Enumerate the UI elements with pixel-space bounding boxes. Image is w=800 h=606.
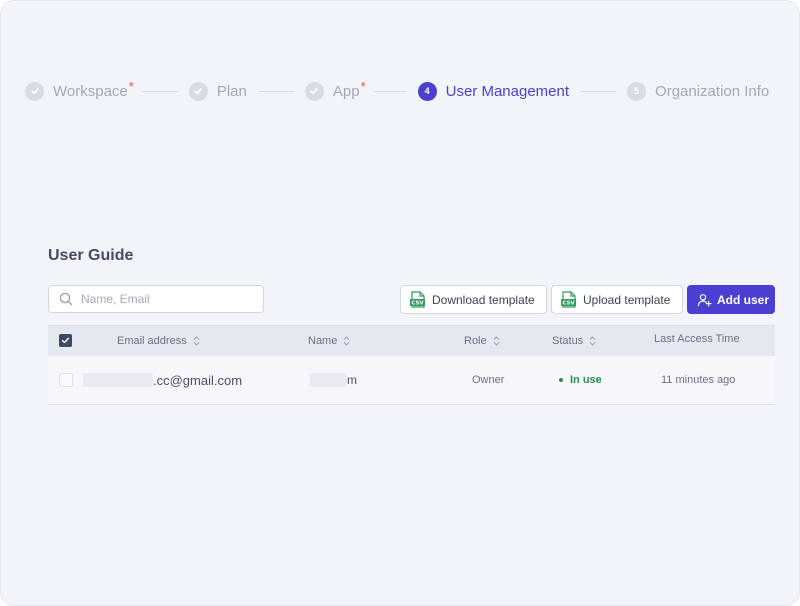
- sort-icon: [589, 336, 596, 346]
- role-cell: Owner: [472, 374, 505, 386]
- column-label: Role: [464, 335, 487, 347]
- email-cell: .cc@gmail.com: [83, 356, 242, 404]
- setup-stepper: Workspace* Plan App* 4 User Management 5…: [25, 78, 770, 102]
- step-connector: [141, 90, 178, 92]
- search-icon: [59, 292, 73, 306]
- csv-file-icon: CSV: [561, 291, 576, 308]
- step-connector: [258, 90, 295, 92]
- step-user-management[interactable]: 4 User Management: [417, 81, 570, 101]
- checkbox-unchecked-icon: [59, 373, 73, 387]
- column-header-email[interactable]: Email address: [117, 326, 200, 356]
- add-user-button[interactable]: Add user: [687, 285, 775, 314]
- column-label: Last Access Time: [654, 333, 740, 345]
- column-header-role[interactable]: Role: [464, 326, 500, 356]
- step-number-badge: 4: [417, 81, 437, 101]
- download-template-label: Download template: [432, 292, 535, 307]
- status-dot-icon: [559, 378, 563, 382]
- step-workspace[interactable]: Workspace*: [25, 78, 134, 101]
- name-text: m: [347, 373, 357, 387]
- step-connector: [580, 90, 617, 92]
- add-user-label: Add user: [717, 292, 770, 307]
- check-icon: [25, 81, 44, 101]
- row-checkbox[interactable]: [59, 373, 73, 387]
- table-header: Email address Name Role Status Last Acce…: [48, 325, 775, 356]
- step-connector: [373, 90, 407, 92]
- column-label: Status: [552, 335, 584, 347]
- add-user-icon: [697, 293, 712, 306]
- status-badge: In use: [570, 374, 602, 386]
- user-table: Email address Name Role Status Last Acce…: [48, 325, 775, 405]
- search-input[interactable]: [79, 291, 243, 307]
- required-marker: *: [360, 78, 366, 94]
- step-organization-info[interactable]: 5 Organization Info: [627, 81, 770, 101]
- select-all-checkbox[interactable]: [59, 334, 72, 347]
- name-cell: m: [310, 356, 357, 404]
- step-plan[interactable]: Plan: [188, 81, 247, 101]
- redacted-text: [83, 373, 153, 387]
- checkbox-checked-icon: [59, 334, 72, 347]
- step-label: User Management: [445, 82, 570, 100]
- redacted-text: [310, 373, 347, 387]
- column-header-name[interactable]: Name: [308, 326, 350, 356]
- check-icon: [188, 81, 208, 101]
- download-template-button[interactable]: CSV Download template: [400, 285, 547, 314]
- step-label: Plan: [216, 82, 247, 100]
- column-label: Email address: [117, 335, 187, 347]
- csv-file-icon: CSV: [410, 291, 425, 308]
- column-header-status[interactable]: Status: [552, 326, 596, 356]
- upload-template-label: Upload template: [583, 292, 671, 307]
- search-box[interactable]: [48, 285, 264, 313]
- status-cell: In use: [559, 356, 602, 404]
- column-header-last-access[interactable]: Last Access Time: [654, 326, 740, 352]
- upload-template-button[interactable]: CSV Upload template: [551, 285, 683, 314]
- svg-text:CSV: CSV: [562, 301, 575, 307]
- svg-text:CSV: CSV: [411, 301, 424, 307]
- step-app[interactable]: App*: [304, 78, 366, 101]
- sort-icon: [493, 336, 499, 346]
- sort-icon: [343, 336, 350, 346]
- step-number-badge: 5: [627, 81, 647, 101]
- section-title: User Guide: [48, 247, 134, 264]
- last-access-cell: 11 minutes ago: [661, 374, 736, 386]
- step-label: Organization Info: [655, 82, 770, 100]
- onboarding-panel: Workspace* Plan App* 4 User Management 5…: [0, 0, 800, 606]
- step-label: Workspace*: [53, 78, 134, 100]
- table-row[interactable]: .cc@gmail.com m Owner In use 11 minutes …: [48, 356, 775, 405]
- check-icon: [304, 81, 324, 101]
- email-text: .cc@gmail.com: [153, 372, 243, 388]
- required-marker: *: [128, 78, 134, 94]
- column-label: Name: [308, 335, 338, 347]
- sort-icon: [193, 336, 200, 346]
- step-label: App*: [332, 78, 366, 100]
